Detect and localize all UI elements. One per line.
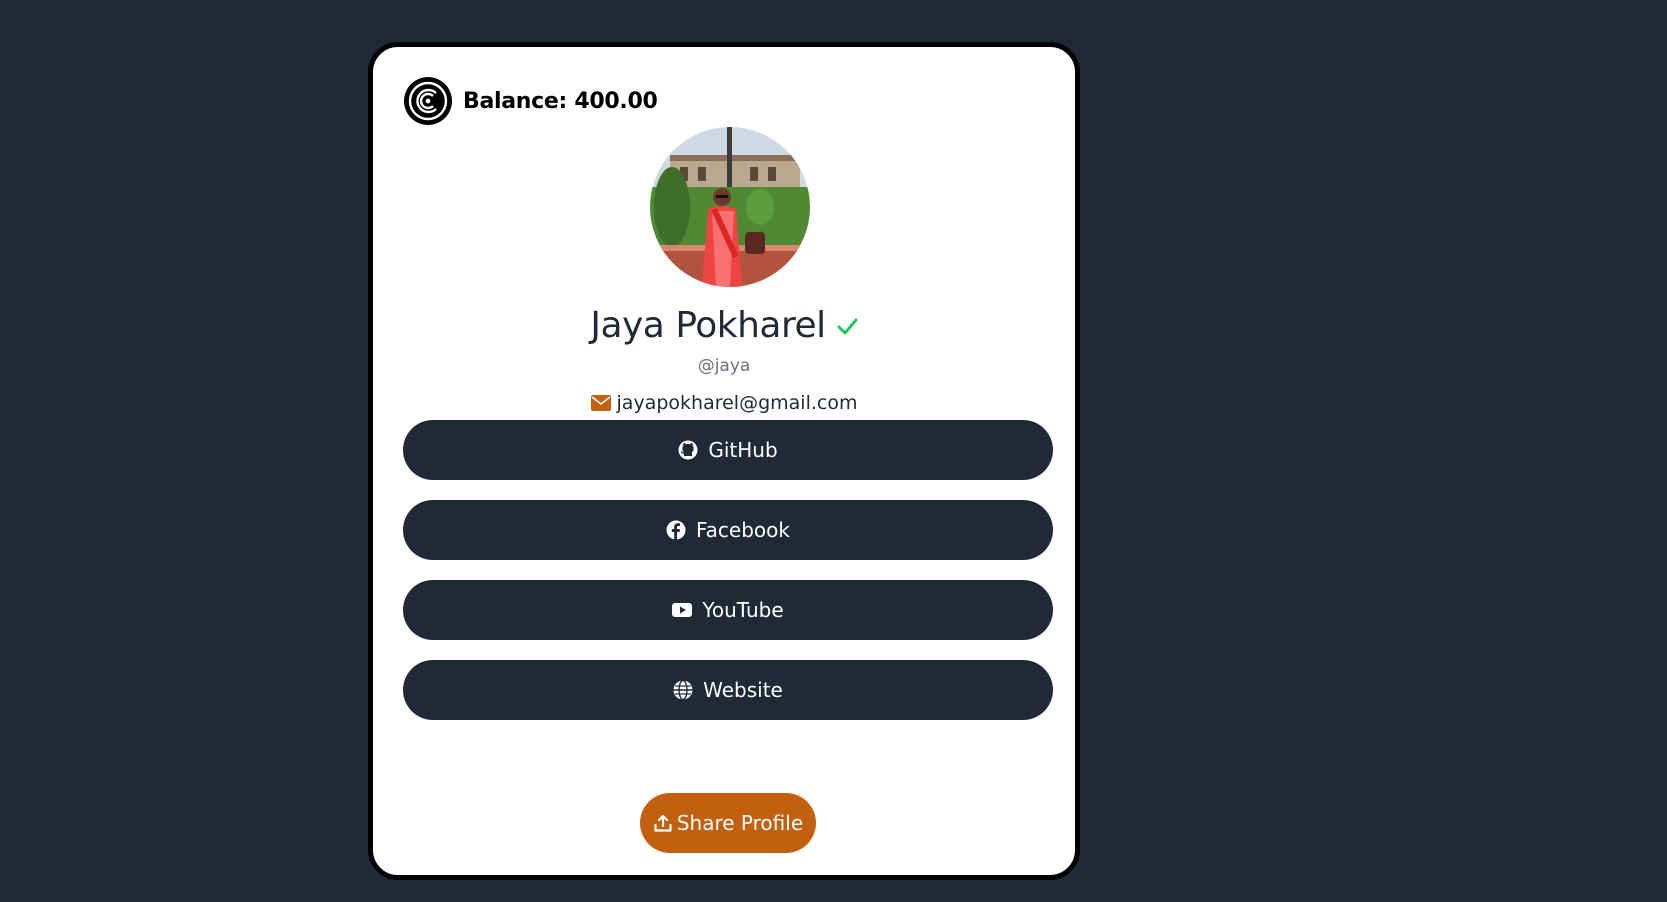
upload-icon bbox=[654, 814, 672, 832]
profile-card: Balance: 400.00 Jaya Pokharel @jaya jaya… bbox=[368, 42, 1080, 880]
facebook-button[interactable]: Facebook bbox=[403, 500, 1053, 560]
website-button[interactable]: Website bbox=[403, 660, 1053, 720]
avatar bbox=[650, 127, 810, 287]
balance-label: Balance: 400.00 bbox=[463, 88, 658, 114]
profile-handle: @jaya bbox=[697, 356, 751, 376]
profile-name: Jaya Pokharel bbox=[590, 305, 826, 346]
github-icon bbox=[678, 440, 698, 460]
balance-row: Balance: 400.00 bbox=[403, 76, 658, 126]
youtube-label: YouTube bbox=[702, 598, 784, 622]
website-label: Website bbox=[703, 678, 783, 702]
email-text: jayapokharel@gmail.com bbox=[616, 392, 858, 414]
globe-icon bbox=[673, 680, 693, 700]
checkmark-icon bbox=[837, 318, 858, 334]
email-link[interactable]: jayapokharel@gmail.com bbox=[373, 392, 1075, 414]
facebook-label: Facebook bbox=[696, 518, 790, 542]
youtube-button[interactable]: YouTube bbox=[403, 580, 1053, 640]
github-label: GitHub bbox=[708, 438, 778, 462]
share-profile-label: Share Profile bbox=[676, 811, 804, 835]
coin-logo-icon bbox=[404, 77, 452, 125]
github-button[interactable]: GitHub bbox=[403, 420, 1053, 480]
envelope-icon bbox=[590, 395, 611, 411]
youtube-icon bbox=[672, 603, 693, 617]
share-profile-button[interactable]: Share Profile bbox=[640, 793, 816, 853]
facebook-icon bbox=[666, 520, 686, 540]
name-row: Jaya Pokharel bbox=[373, 305, 1075, 346]
